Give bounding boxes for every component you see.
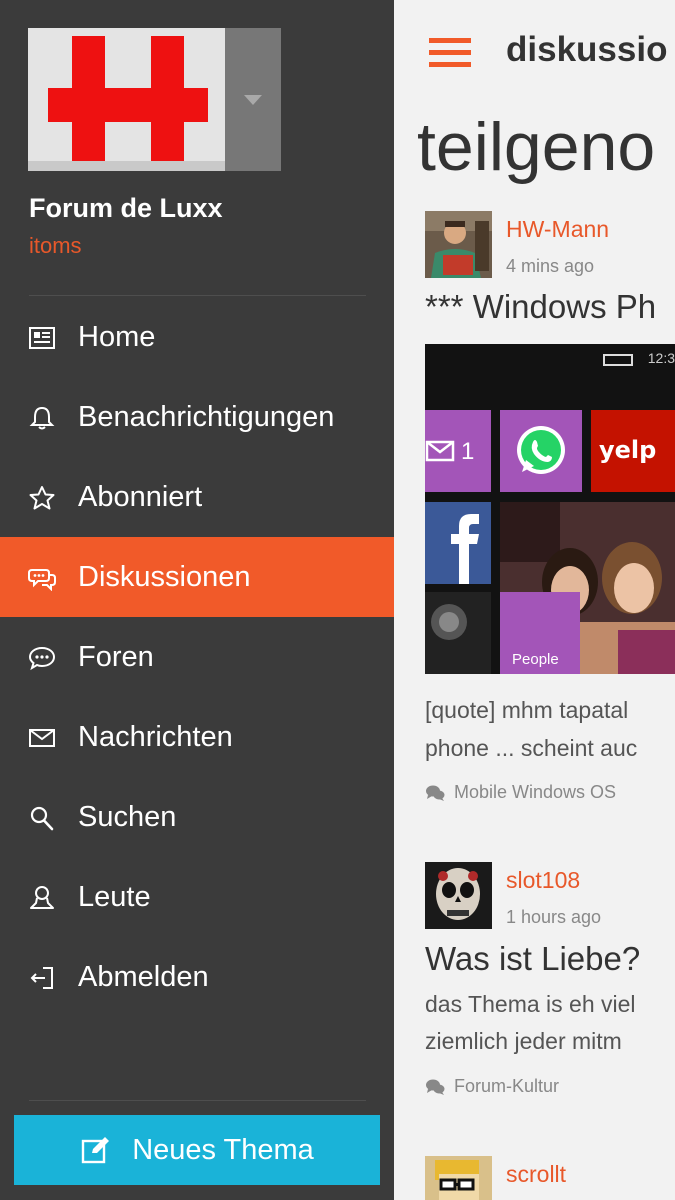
facebook-icon — [451, 514, 479, 584]
divider — [29, 1100, 366, 1101]
mail-count: 1 — [461, 438, 475, 465]
mail-tile: 1 — [425, 410, 491, 492]
nav-item-search[interactable]: Suchen — [0, 777, 394, 857]
discussion-icon — [28, 565, 56, 591]
people-tile-label: People — [512, 651, 559, 668]
facebook-tile — [425, 502, 491, 584]
pivot-header[interactable]: teilgeno — [417, 108, 655, 186]
whatsapp-tile — [500, 410, 582, 492]
nav-label: Abonniert — [78, 481, 203, 513]
topic-title: Was ist Liebe? — [425, 940, 641, 977]
speech-bubble-icon — [28, 645, 56, 671]
username[interactable]: itoms — [29, 233, 82, 259]
topic-snippet: [quote] mhm tapatal — [425, 697, 629, 723]
nav-label: Foren — [78, 641, 154, 673]
newspaper-icon — [28, 325, 56, 351]
logout-icon — [28, 965, 56, 991]
author-name[interactable]: slot108 — [506, 867, 580, 894]
account-switcher-button[interactable] — [225, 28, 281, 171]
topic-snippet: ziemlich jeder mitm — [425, 1028, 622, 1054]
category-name: Forum-Kultur — [454, 1076, 560, 1096]
topic-title: *** Windows Ph — [425, 288, 657, 325]
nav-label: Diskussionen — [78, 561, 251, 593]
new-topic-button[interactable]: Neues Thema — [14, 1115, 380, 1185]
nav-label: Home — [78, 321, 156, 353]
yelp-tile: yelp — [591, 410, 675, 492]
whatsapp-icon — [517, 426, 565, 474]
nav-item-home[interactable]: Home — [0, 297, 394, 377]
topic-snippet: phone ... scheint auc — [425, 735, 638, 761]
category-name: Mobile Windows OS — [454, 782, 617, 802]
nav-menu: Home Benachrichtigungen Abonniert Diskus… — [0, 297, 394, 1017]
avatar[interactable] — [425, 211, 492, 278]
topic-category[interactable]: Mobile Windows OS — [425, 782, 616, 803]
nav-label: Suchen — [78, 801, 177, 833]
nav-item-messages[interactable]: Nachrichten — [0, 697, 394, 777]
search-icon — [28, 805, 56, 831]
nav-item-discussions[interactable]: Diskussionen — [0, 537, 394, 617]
page-title: diskussio — [506, 30, 668, 69]
post-time: 1 hours ago — [506, 907, 602, 927]
nav-item-subscribed[interactable]: Abonniert — [0, 457, 394, 537]
people-tile: People — [500, 592, 580, 674]
avatar[interactable] — [425, 1156, 492, 1200]
envelope-icon — [28, 725, 56, 751]
mail-icon — [425, 440, 455, 462]
discussion-icon — [426, 785, 445, 801]
divider — [29, 295, 366, 296]
post-time: 4 mins ago — [506, 256, 595, 276]
new-topic-label: Neues Thema — [132, 1133, 314, 1166]
topic-category[interactable]: Forum-Kultur — [425, 1076, 559, 1097]
forum-logo[interactable] — [28, 28, 225, 171]
author-name[interactable]: HW-Mann — [506, 216, 609, 243]
navigation-drawer: Forum de Luxx itoms Home Benachrichtigun… — [0, 0, 394, 1200]
compose-icon — [81, 1137, 110, 1164]
nav-label: Benachrichtigungen — [78, 401, 335, 433]
chevron-down-icon — [244, 94, 262, 105]
person-icon — [28, 885, 56, 911]
music-tile — [425, 592, 491, 674]
star-icon — [28, 485, 56, 511]
author-name[interactable]: scrollt — [506, 1161, 566, 1188]
main-content: diskussio teilgeno HW-Mann 4 mins ago **… — [394, 0, 675, 1200]
nav-item-notifications[interactable]: Benachrichtigungen — [0, 377, 394, 457]
nav-item-forums[interactable]: Foren — [0, 617, 394, 697]
status-time: 12:3 — [647, 350, 675, 366]
discussion-icon — [426, 1079, 445, 1095]
yelp-logo: yelp — [599, 436, 657, 464]
nav-label: Abmelden — [78, 961, 209, 993]
topic-snippet: das Thema is eh viel — [425, 991, 636, 1017]
bell-icon — [28, 405, 56, 431]
attachment-preview[interactable]: 12:3 1 yelp People — [425, 344, 675, 674]
hamburger-menu-icon[interactable] — [429, 38, 471, 68]
nav-label: Leute — [78, 881, 151, 913]
nav-item-logout[interactable]: Abmelden — [0, 937, 394, 1017]
nav-item-people[interactable]: Leute — [0, 857, 394, 937]
forum-name: Forum de Luxx — [29, 193, 223, 223]
avatar[interactable] — [425, 862, 492, 929]
nav-label: Nachrichten — [78, 721, 233, 753]
battery-icon — [603, 354, 633, 366]
